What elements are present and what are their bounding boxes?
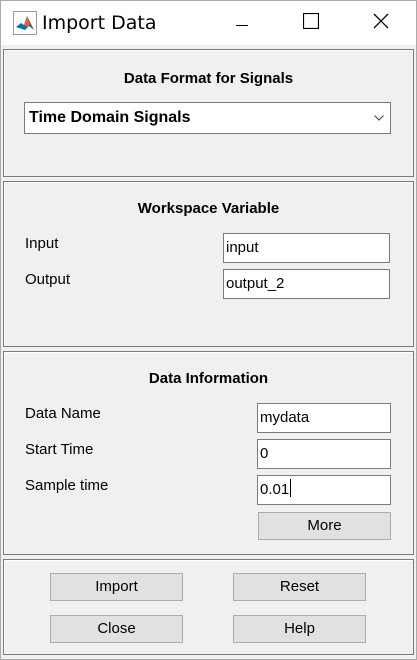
help-button[interactable]: Help — [233, 615, 366, 643]
data-format-selected-value: Time Domain Signals — [29, 109, 191, 126]
actions-panel: Import Reset Close Help — [3, 559, 414, 655]
title-bar[interactable]: Import Data — [1, 1, 416, 45]
workspace-variable-title: Workspace Variable — [137, 200, 280, 217]
start-time-value: 0 — [260, 445, 269, 462]
reset-button[interactable]: Reset — [233, 573, 366, 601]
maximize-button[interactable] — [288, 1, 334, 45]
matlab-logo-icon — [13, 11, 37, 35]
input-label: Input — [25, 235, 59, 252]
text-caret — [290, 479, 292, 497]
data-information-panel: Data Information Data Name mydata Start … — [3, 351, 414, 555]
data-information-title: Data Information — [148, 370, 269, 387]
start-time-label: Start Time — [25, 441, 94, 458]
data-format-panel: Data Format for Signals Time Domain Sign… — [3, 49, 414, 177]
close-icon — [373, 13, 389, 34]
input-field-value: input — [226, 239, 259, 256]
start-time-field[interactable]: 0 — [257, 439, 391, 469]
import-data-window: Import Data Data Format for Signals Time… — [0, 0, 417, 660]
output-field-value: output_2 — [226, 275, 285, 292]
window-title: Import Data — [42, 12, 157, 34]
sample-time-label: Sample time — [25, 477, 109, 494]
data-name-value: mydata — [260, 409, 310, 426]
chevron-down-icon[interactable] — [368, 103, 390, 133]
data-format-select[interactable]: Time Domain Signals — [24, 102, 391, 134]
output-label: Output — [25, 271, 71, 288]
data-format-title: Data Format for Signals — [123, 70, 294, 87]
input-field[interactable]: input — [223, 233, 390, 263]
data-name-label: Data Name — [25, 405, 101, 422]
sample-time-field[interactable]: 0.01 — [257, 475, 391, 505]
import-button[interactable]: Import — [50, 573, 183, 601]
workspace-variable-panel: Workspace Variable Input input Output ou… — [3, 181, 414, 347]
minimize-icon — [236, 14, 248, 32]
minimize-button[interactable] — [219, 1, 265, 45]
output-field[interactable]: output_2 — [223, 269, 390, 299]
close-window-button[interactable] — [358, 1, 404, 45]
dialog-body: Data Format for Signals Time Domain Sign… — [1, 45, 416, 659]
close-button[interactable]: Close — [50, 615, 183, 643]
data-name-field[interactable]: mydata — [257, 403, 391, 433]
sample-time-value: 0.01 — [260, 481, 290, 498]
maximize-icon — [302, 12, 320, 34]
more-button[interactable]: More — [258, 512, 391, 540]
